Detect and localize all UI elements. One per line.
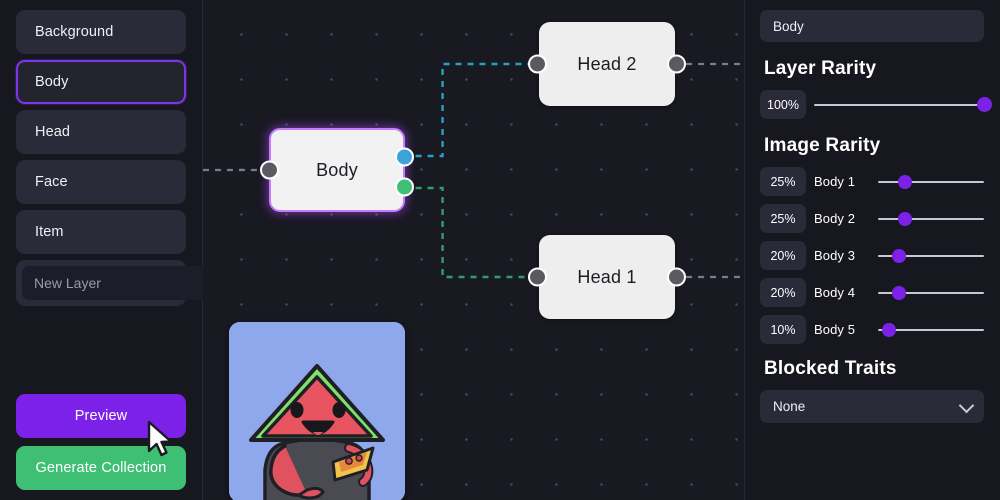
image-rarity-slider[interactable] [878,320,984,340]
slider-track [878,180,984,183]
image-rarity-row: 10% Body 5 [760,315,984,344]
sidebar-item-label: Item [35,224,64,240]
sidebar-item-background[interactable]: Background [16,10,186,54]
layer-rarity-row: 100% [760,90,992,119]
new-layer-input[interactable] [22,266,227,300]
image-rarity-label: Body 1 [814,174,856,189]
sidebar-item-label: Body [35,74,69,90]
image-rarity-value[interactable]: 25% [760,167,806,196]
layer-name-input[interactable] [760,10,984,42]
layers-sidebar: Background Body Head Face Item + Preview Gen… [0,0,241,500]
slider-track [814,103,984,106]
slider-thumb[interactable] [977,97,992,112]
sidebar-item-label: Background [35,24,114,40]
watermelon-character-image [229,322,405,500]
sidebar-item-label: Face [35,174,68,190]
image-rarity-row: 20% Body 3 [760,241,984,270]
new-layer-row: + [16,260,241,306]
properties-panel: Layer Rarity 100% Image Rarity 25% Body 1… [745,0,1000,500]
sidebar-item-label: Head [35,124,71,140]
image-rarity-value[interactable]: 20% [760,241,806,270]
node-head-1-label: Head 1 [577,266,637,287]
node-head-2-label: Head 2 [577,53,637,74]
image-rarity-value[interactable]: 10% [760,315,806,344]
image-rarity-label: Body 4 [814,285,856,300]
slider-thumb[interactable] [892,248,907,263]
node-head-2-output-handle[interactable] [667,54,686,74]
image-rarity-list: 25% Body 1 25% Body 2 20% Body 3 20% Body 4 10% B… [760,167,984,344]
preview-button[interactable]: Preview [16,394,186,438]
blocked-traits-title: Blocked Traits [764,358,897,379]
image-rarity-slider[interactable] [878,209,984,229]
blocked-traits-select[interactable]: None [760,390,984,423]
node-head-2-input-handle[interactable] [528,54,547,74]
image-rarity-slider[interactable] [878,172,984,192]
layer-rarity-slider[interactable] [814,95,992,115]
image-rarity-value[interactable]: 25% [760,204,806,233]
node-head-2[interactable]: Head 2 [528,22,686,106]
node-body-input-handle[interactable] [260,160,279,180]
slider-thumb[interactable] [892,285,907,300]
preview-thumbnail[interactable] [229,322,405,500]
chevron-down-icon [958,397,975,413]
edge-body-head2 [403,62,538,158]
sidebar-item-face[interactable]: Face [16,160,186,204]
node-body[interactable]: Body [260,128,414,212]
image-rarity-slider[interactable] [878,246,984,266]
image-rarity-slider[interactable] [878,283,984,303]
sidebar-actions: Preview Generate Collection [16,394,186,490]
sidebar-item-item[interactable]: Item [16,210,186,254]
image-rarity-label: Body 5 [814,322,856,337]
slider-thumb[interactable] [881,322,896,337]
image-rarity-title: Image Rarity [764,135,881,156]
layer-rarity-title: Layer Rarity [764,58,877,79]
nft-layer-editor: Background Body Head Face Item + Preview Gen… [0,0,1000,500]
generate-collection-button[interactable]: Generate Collection [16,446,186,490]
sidebar-item-body[interactable]: Body [16,60,186,104]
slider-thumb[interactable] [897,174,912,189]
node-head-1-output-handle[interactable] [667,267,686,287]
image-rarity-row: 25% Body 2 [760,204,984,233]
node-head-1[interactable]: Head 1 [528,235,686,319]
node-graph-canvas[interactable]: Body Head 2 Head 1 [203,0,745,500]
node-body-output-handle-blue[interactable] [395,147,414,167]
layer-rarity-value[interactable]: 100% [760,90,806,119]
image-rarity-label: Body 3 [814,248,856,263]
node-head-1-input-handle[interactable] [528,267,547,287]
image-rarity-value[interactable]: 20% [760,278,806,307]
slider-thumb[interactable] [897,211,912,226]
blocked-traits-value: None [773,399,806,414]
node-body-label: Body [316,159,358,180]
node-body-output-handle-green[interactable] [395,177,414,197]
edge-body-head1 [403,186,538,279]
image-rarity-label: Body 2 [814,211,856,226]
sidebar-item-head[interactable]: Head [16,110,186,154]
layer-list: Background Body Head Face Item [16,10,186,254]
image-rarity-row: 20% Body 4 [760,278,984,307]
image-rarity-row: 25% Body 1 [760,167,984,196]
slider-track [878,217,984,220]
